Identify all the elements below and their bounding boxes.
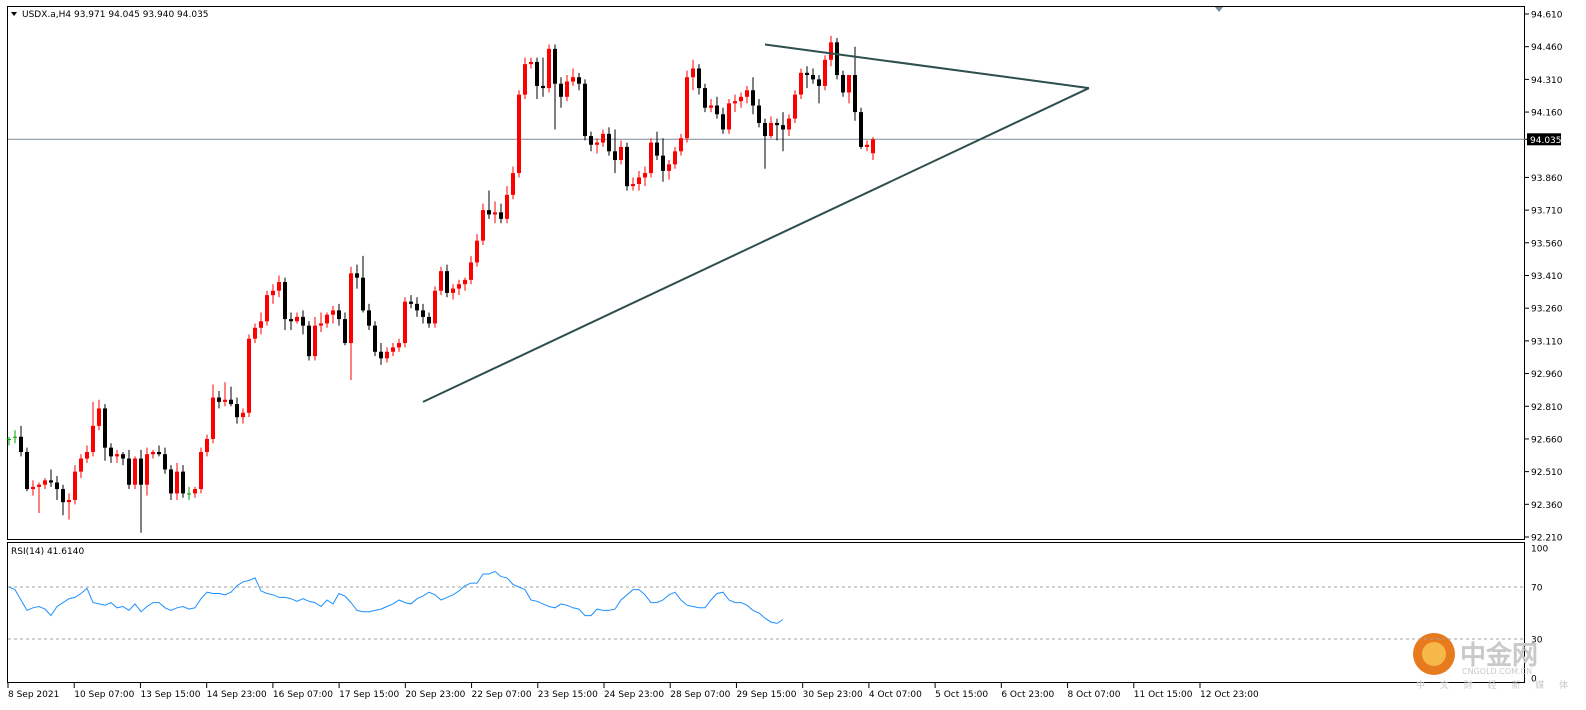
price-tick-label: 93.860	[1531, 174, 1563, 184]
candle	[625, 142, 629, 191]
price-tick-label: 92.210	[1531, 534, 1563, 544]
time-tick-label: 14 Sep 23:00	[207, 690, 267, 700]
watermark-slogan: 中 文 财 经 新 媒 体	[1416, 679, 1574, 691]
price-tick-label: 93.560	[1531, 239, 1563, 249]
candle	[649, 138, 653, 178]
candle	[835, 37, 839, 80]
main-pane-frame	[7, 6, 1525, 540]
time-tick-label: 4 Oct 07:00	[869, 690, 922, 700]
price-tick-label: 92.660	[1531, 435, 1563, 445]
time-axis: 8 Sep 2021 10 Sep 07:00 13 Sep 15:00 14 Sep…	[7, 683, 1259, 700]
time-tick-label: 23 Sep 15:00	[538, 690, 598, 700]
candle	[25, 447, 29, 492]
usdx-chart[interactable]: 中金网 CNGOLD.COM.CN 中 文 财 经 新 媒 体 94.61094…	[0, 0, 1586, 710]
candle	[793, 90, 797, 123]
price-tick-label: 94.610	[1531, 11, 1563, 21]
price-tick-label: 94.160	[1531, 109, 1563, 119]
price-tick-label: 92.510	[1531, 468, 1563, 478]
time-tick-label: 16 Sep 07:00	[273, 690, 333, 700]
candle	[307, 321, 311, 361]
candle	[547, 44, 551, 93]
symbol-header: USDX.a,H4 93.971 94.045 93.940 94.035	[22, 10, 209, 20]
time-tick-label: 29 Sep 15:00	[736, 690, 796, 700]
candle	[517, 90, 521, 178]
time-tick-label: 22 Sep 07:00	[472, 690, 532, 700]
candle	[685, 70, 689, 143]
rsi-pane-frame	[7, 542, 1525, 683]
candle	[265, 290, 269, 326]
time-tick-label: 20 Sep 23:00	[405, 690, 465, 700]
time-tick-label: 13 Sep 15:00	[140, 690, 200, 700]
candle	[433, 286, 437, 328]
candle	[403, 297, 407, 348]
time-tick-label: 6 Oct 23:00	[1001, 690, 1054, 700]
candle	[199, 447, 203, 494]
time-tick-label: 8 Sep 2021	[8, 690, 59, 700]
price-tick-label: 93.710	[1531, 207, 1563, 217]
candle	[247, 334, 251, 418]
candle	[799, 68, 803, 99]
time-tick-label: 12 Oct 23:00	[1200, 690, 1259, 700]
price-tick-label: 93.110	[1531, 337, 1563, 347]
time-tick-label: 28 Sep 07:00	[670, 690, 730, 700]
price-tick-label: 92.360	[1531, 501, 1563, 511]
price-axis: 94.610 94.460 94.310 94.160 94.035 93.860 93.7…	[1525, 11, 1563, 544]
candle	[823, 55, 827, 91]
price-tick-label: 92.810	[1531, 403, 1563, 413]
price-tick-label: 92.960	[1531, 370, 1563, 380]
rsi-tick-label: 30	[1531, 636, 1543, 646]
price-tick-label: 94.460	[1531, 43, 1563, 53]
candle	[583, 79, 587, 141]
rsi-tick-label: 70	[1531, 584, 1543, 594]
watermark-logo: 中金网 CNGOLD.COM.CN 中 文 财 经 新 媒 体	[1413, 633, 1574, 691]
candle	[859, 107, 863, 150]
time-tick-label: 17 Sep 15:00	[339, 690, 399, 700]
price-tick-label: 94.310	[1531, 76, 1563, 86]
time-tick-label: 24 Sep 23:00	[604, 690, 664, 700]
rsi-tick-label: 100	[1531, 545, 1548, 555]
candle	[373, 321, 377, 357]
time-tick-label: 8 Oct 07:00	[1068, 690, 1121, 700]
time-tick-label: 11 Oct 15:00	[1134, 690, 1193, 700]
time-tick-label: 10 Sep 07:00	[74, 690, 134, 700]
rsi-header: RSI(14) 41.6140	[11, 547, 84, 557]
time-tick-label: 30 Sep 23:00	[803, 690, 863, 700]
price-tick-label: 93.260	[1531, 305, 1563, 315]
current-price-label: 94.035	[1530, 136, 1562, 146]
rsi-tick-label: 0	[1531, 675, 1537, 685]
candle	[727, 98, 731, 134]
time-tick-label: 5 Oct 15:00	[935, 690, 988, 700]
candle	[133, 456, 137, 490]
price-tick-label: 93.410	[1531, 272, 1563, 282]
watermark-url: CNGOLD.COM.CN	[1462, 667, 1532, 676]
